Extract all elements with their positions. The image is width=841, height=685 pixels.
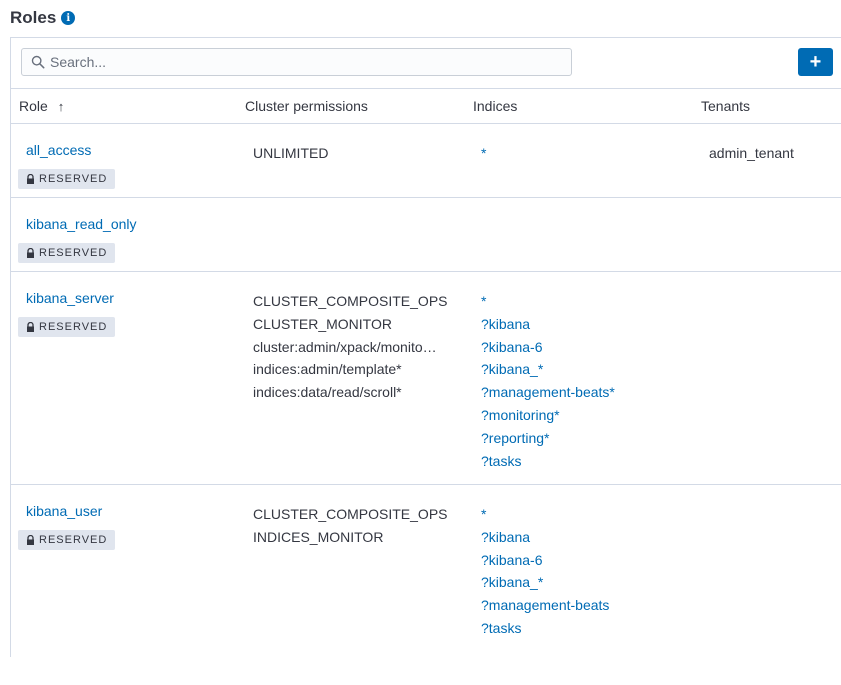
- cluster-permission: INDICES_MONITOR: [253, 528, 384, 545]
- index-link[interactable]: *: [481, 503, 609, 526]
- search-input[interactable]: [50, 49, 560, 75]
- cluster-permission: indices:admin/template*: [253, 361, 402, 378]
- page-title: Roles: [10, 8, 57, 27]
- indices-cell: *: [481, 142, 486, 165]
- index-link[interactable]: ?management-beats: [481, 594, 609, 617]
- index-link[interactable]: ?management-beats*: [481, 381, 615, 404]
- cluster-permissions-cell: CLUSTER_COMPOSITE_OPS CLUSTER_MONITOR cl…: [253, 290, 448, 404]
- cluster-permissions-cell: CLUSTER_COMPOSITE_OPS INDICES_MONITOR: [253, 503, 448, 549]
- cluster-permission: CLUSTER_COMPOSITE_OPS: [253, 506, 448, 522]
- column-header-cluster-permissions: Cluster permissions: [245, 98, 368, 114]
- column-header-indices: Indices: [473, 98, 518, 114]
- reserved-badge: RESERVED: [18, 530, 116, 550]
- table-row: kibana_read_only RESERVED: [11, 198, 841, 272]
- sort-ascending-icon[interactable]: ↑: [58, 99, 65, 114]
- role-link[interactable]: kibana_server: [26, 290, 114, 306]
- lock-icon: [27, 535, 34, 545]
- reserved-badge: RESERVED: [18, 243, 116, 263]
- cluster-permission: cluster:admin/xpack/monito…: [253, 338, 437, 355]
- table-row: kibana_server RESERVED CLUSTER_COMPOSITE…: [11, 272, 841, 485]
- lock-icon: [27, 322, 34, 332]
- add-role-button[interactable]: +: [798, 48, 833, 76]
- cluster-permission: indices:data/read/scroll*: [253, 384, 402, 401]
- index-link[interactable]: ?kibana-6: [481, 336, 615, 359]
- table-header: Role ↑ Cluster permissions Indices Tenant…: [11, 88, 841, 124]
- reserved-badge: RESERVED: [18, 317, 116, 337]
- index-link[interactable]: ?kibana_*: [481, 358, 615, 381]
- table-row: all_access RESERVED UNLIMITED * admin_te…: [11, 124, 841, 198]
- role-link[interactable]: all_access: [26, 142, 91, 158]
- cluster-permission: CLUSTER_MONITOR: [253, 315, 392, 332]
- column-header-tenants: Tenants: [701, 98, 751, 114]
- role-link[interactable]: kibana_user: [26, 503, 102, 519]
- search-icon: [31, 55, 45, 69]
- reserved-badge: RESERVED: [18, 169, 116, 189]
- index-link[interactable]: ?kibana: [481, 526, 609, 549]
- cluster-permission: UNLIMITED: [253, 145, 329, 161]
- search-box[interactable]: [21, 48, 572, 76]
- index-link[interactable]: ?reporting*: [481, 427, 615, 450]
- tenant: admin_tenant: [709, 145, 794, 161]
- roles-panel: + Role↑ Cluster permissions Indices Tena…: [10, 37, 841, 657]
- lock-icon: [27, 248, 34, 258]
- cluster-permission: CLUSTER_COMPOSITE_OPS: [253, 293, 448, 309]
- plus-icon: +: [809, 51, 822, 73]
- index-link[interactable]: ?monitoring*: [481, 404, 615, 427]
- lock-icon: [27, 174, 34, 184]
- index-link[interactable]: ?tasks: [481, 617, 609, 640]
- index-link[interactable]: ?kibana-6: [481, 549, 609, 572]
- table-row: kibana_user RESERVED CLUSTER_COMPOSITE_O…: [11, 485, 841, 685]
- index-link[interactable]: ?kibana_*: [481, 571, 609, 594]
- indices-cell: * ?kibana ?kibana-6 ?kibana_* ?managemen…: [481, 290, 615, 472]
- page-header: Roles i: [10, 8, 76, 28]
- indices-cell: * ?kibana ?kibana-6 ?kibana_* ?managemen…: [481, 503, 609, 640]
- column-header-role[interactable]: Role ↑: [19, 98, 64, 114]
- index-link[interactable]: *: [481, 290, 615, 313]
- cluster-permissions-cell: UNLIMITED: [253, 142, 328, 165]
- role-link[interactable]: kibana_read_only: [26, 216, 137, 232]
- index-link[interactable]: ?tasks: [481, 450, 615, 473]
- tenants-cell: admin_tenant: [709, 142, 794, 165]
- index-link[interactable]: ?kibana: [481, 313, 615, 336]
- index-link[interactable]: *: [481, 142, 486, 165]
- info-icon[interactable]: i: [61, 11, 76, 25]
